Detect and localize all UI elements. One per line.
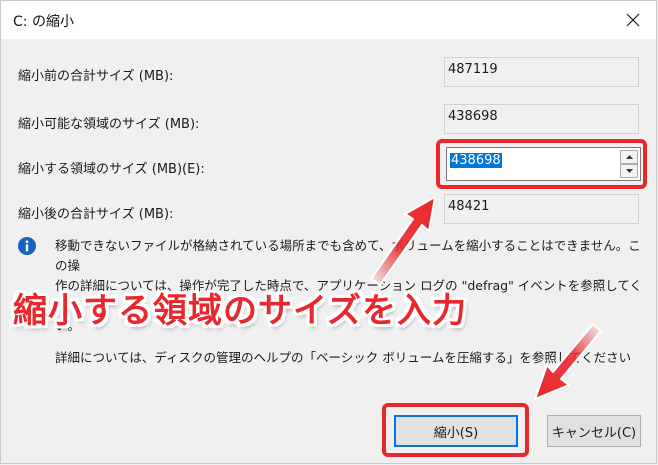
total-before-label: 縮小前の合計サイズ (MB):: [18, 69, 174, 84]
shrinkable-size-label: 縮小可能な領域のサイズ (MB):: [18, 117, 200, 132]
close-button[interactable]: [610, 1, 656, 39]
info-icon: [18, 237, 36, 255]
title-bar: C: の縮小: [1, 1, 656, 39]
total-after-label: 縮小後の合計サイズ (MB):: [18, 207, 174, 222]
callout-annotation: 縮小する領域のサイズを入力: [13, 291, 467, 331]
info-line: 移動できないファイルが格納されている場所までも含めて、ボリュームを縮小することは…: [55, 238, 641, 273]
close-icon: [626, 13, 640, 27]
cancel-button[interactable]: キャンセル(C): [547, 415, 641, 447]
total-before-value: 487119: [444, 57, 639, 87]
window-title: C: の縮小: [13, 14, 74, 30]
stepper-highlight-frame: [436, 139, 647, 189]
shrink-amount-label: 縮小する領域のサイズ (MB)(E):: [18, 162, 205, 177]
screenshot-stage: C: の縮小 縮小前の合計サイズ (MB): 487119 縮小可能な領域のサイ…: [0, 0, 658, 465]
shrinkable-size-value: 438698: [444, 104, 639, 134]
shrink-volume-dialog: C: の縮小 縮小前の合計サイズ (MB): 487119 縮小可能な領域のサイ…: [0, 0, 657, 464]
shrink-button-highlight-frame: [382, 403, 529, 457]
total-after-value: 48421: [444, 194, 639, 224]
help-text: 詳細については、ディスクの管理のヘルプの「ベーシック ボリュームを圧縮する」を参…: [55, 350, 632, 365]
